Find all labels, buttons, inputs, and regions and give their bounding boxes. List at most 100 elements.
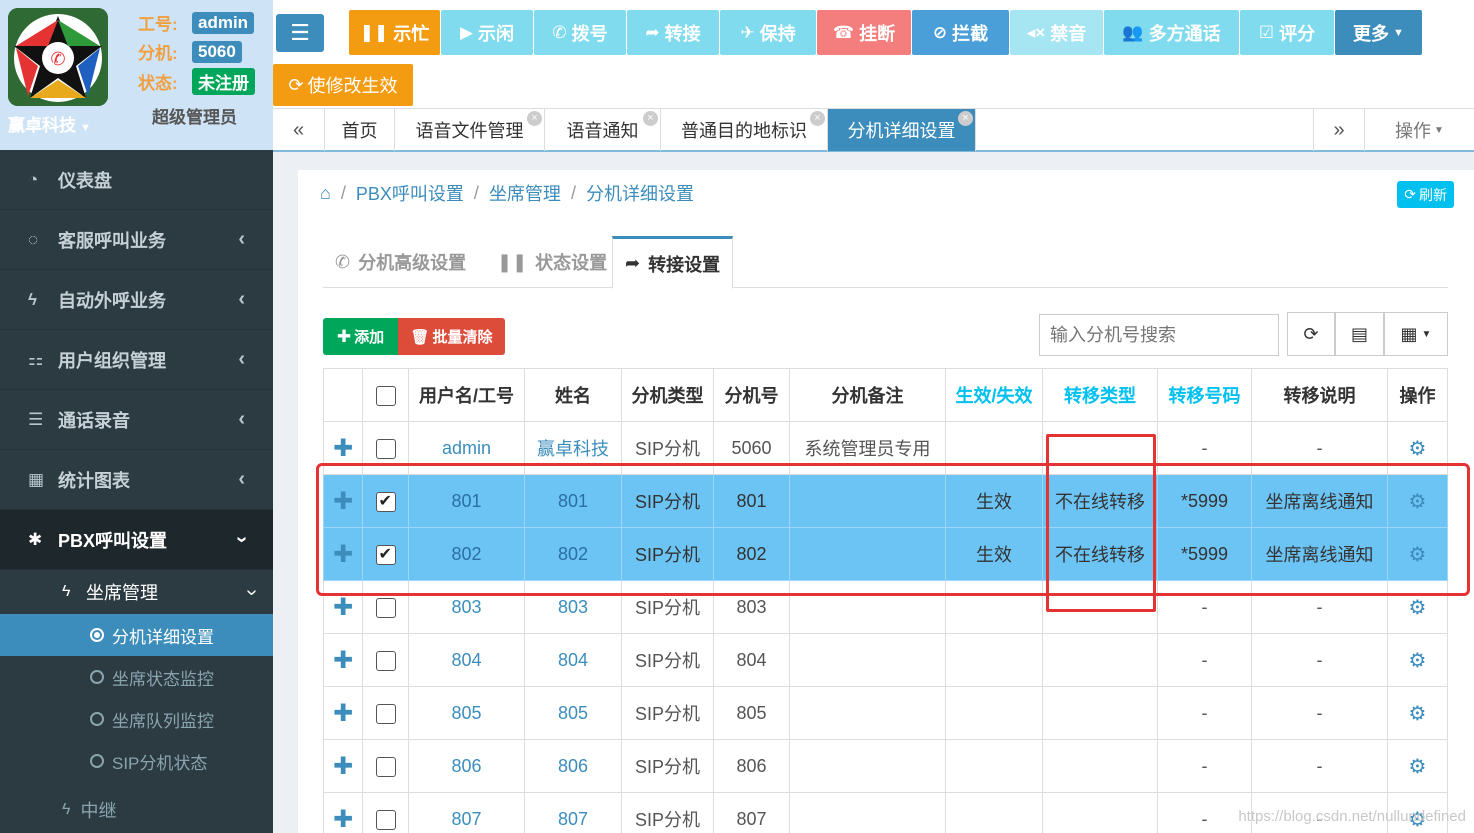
expand-row-icon[interactable]: ✚ bbox=[333, 541, 353, 568]
rating-button[interactable]: ☑ 评分 bbox=[1240, 10, 1334, 55]
tab-advanced-settings[interactable]: ✆ 分机高级设置 bbox=[335, 236, 466, 288]
close-icon[interactable]: × bbox=[643, 111, 658, 126]
actions-cell[interactable]: ⚙ bbox=[1387, 474, 1448, 528]
tab-home[interactable]: 首页 bbox=[325, 109, 395, 151]
breadcrumb-item[interactable]: 坐席管理 bbox=[489, 180, 561, 206]
cell-name[interactable]: 806 bbox=[524, 739, 622, 793]
cell-name[interactable]: 804 bbox=[524, 633, 622, 687]
sidebar-item-recordings[interactable]: ☰ 通话录音 ‹ bbox=[0, 390, 273, 450]
select-cell[interactable] bbox=[362, 421, 409, 475]
table-row[interactable]: ✚ 803 803 SIP分机 803- - ⚙ bbox=[323, 580, 1448, 634]
row-checkbox[interactable] bbox=[375, 544, 396, 565]
row-checkbox[interactable] bbox=[375, 438, 396, 459]
expand-row-icon[interactable]: ✚ bbox=[333, 647, 353, 674]
column-header-transfer-number[interactable]: 转移号码 bbox=[1157, 368, 1252, 422]
expand-cell[interactable]: ✚ bbox=[323, 421, 363, 475]
sidebar-item-agent-queue-monitor[interactable]: 坐席队列监控 bbox=[0, 698, 273, 740]
gear-icon[interactable]: ⚙ bbox=[1409, 491, 1427, 513]
toggle-view-button[interactable]: ▤ bbox=[1335, 312, 1384, 356]
table-row[interactable]: ✚ 804 804 SIP分机 804- - ⚙ bbox=[323, 633, 1448, 687]
cell-name[interactable]: 803 bbox=[524, 580, 622, 634]
table-row[interactable]: ✚801801SIP分机801生效不在线转移*5999坐席离线通知⚙ bbox=[323, 474, 1448, 528]
select-all-checkbox[interactable] bbox=[375, 385, 396, 406]
home-icon[interactable]: ⌂ bbox=[320, 183, 331, 204]
dial-button[interactable]: ✆ 拨号 bbox=[534, 10, 626, 55]
tabs-scroll-right-button[interactable]: » bbox=[1313, 109, 1365, 151]
gear-icon[interactable]: ⚙ bbox=[1409, 597, 1427, 619]
row-checkbox[interactable] bbox=[375, 756, 396, 777]
expand-row-icon[interactable]: ✚ bbox=[333, 594, 353, 621]
column-header-ext-remark[interactable]: 分机备注 bbox=[789, 368, 946, 422]
gear-icon[interactable]: ⚙ bbox=[1409, 703, 1427, 725]
expand-cell[interactable]: ✚ bbox=[323, 633, 363, 687]
select-cell[interactable] bbox=[362, 527, 409, 581]
apply-changes-button[interactable]: ⟳ 使修改生效 bbox=[273, 64, 413, 106]
expand-cell[interactable]: ✚ bbox=[323, 686, 363, 740]
intercept-button[interactable]: ⊘ 拦截 bbox=[912, 10, 1009, 55]
expand-row-icon[interactable]: ✚ bbox=[333, 753, 353, 780]
sidebar-item-agent-status-monitor[interactable]: 坐席状态监控 bbox=[0, 656, 273, 698]
actions-cell[interactable]: ⚙ bbox=[1387, 739, 1448, 793]
actions-cell[interactable]: ⚙ bbox=[1387, 527, 1448, 581]
close-icon[interactable]: × bbox=[810, 111, 825, 126]
gear-icon[interactable]: ⚙ bbox=[1409, 650, 1427, 672]
select-cell[interactable] bbox=[362, 792, 409, 833]
cell-name[interactable]: 807 bbox=[524, 792, 622, 833]
cell-username[interactable]: 807 bbox=[408, 792, 525, 833]
reload-table-button[interactable]: ⟳ bbox=[1287, 312, 1335, 356]
close-icon[interactable]: × bbox=[527, 111, 542, 126]
refresh-button[interactable]: ⟳ 刷新 bbox=[1397, 181, 1454, 208]
expand-cell[interactable]: ✚ bbox=[323, 527, 363, 581]
select-cell[interactable] bbox=[362, 633, 409, 687]
actions-cell[interactable]: ⚙ bbox=[1387, 686, 1448, 740]
actions-cell[interactable]: ⚙ bbox=[1387, 633, 1448, 687]
sidebar-item-sip-status[interactable]: SIP分机状态 bbox=[0, 740, 273, 782]
select-cell[interactable] bbox=[362, 474, 409, 528]
sidebar-item-pbx-settings[interactable]: ✱ PBX呼叫设置 ‹ bbox=[0, 510, 273, 570]
add-button[interactable]: ✚ 添加 bbox=[323, 318, 398, 355]
tab-extension-detail[interactable]: 分机详细设置 × bbox=[828, 109, 976, 151]
expand-cell[interactable]: ✚ bbox=[323, 792, 363, 833]
table-row[interactable]: ✚ 805 805 SIP分机 805- - ⚙ bbox=[323, 686, 1448, 740]
table-row[interactable]: ✚802802SIP分机802生效不在线转移*5999坐席离线通知⚙ bbox=[323, 527, 1448, 581]
cell-name[interactable]: 805 bbox=[524, 686, 622, 740]
tab-voice-notice[interactable]: 语音通知 × bbox=[545, 109, 661, 151]
expand-cell[interactable]: ✚ bbox=[323, 474, 363, 528]
column-header-username[interactable]: 用户名/工号 bbox=[408, 368, 525, 422]
sidebar-item-org-management[interactable]: ⚏ 用户组织管理 ‹ bbox=[0, 330, 273, 390]
cell-username[interactable]: admin bbox=[408, 421, 525, 475]
cell-username[interactable]: 806 bbox=[408, 739, 525, 793]
idle-button[interactable]: ▶ 示闲 bbox=[441, 10, 533, 55]
cell-name[interactable]: 801 bbox=[524, 474, 622, 528]
cell-name[interactable]: 赢卓科技 bbox=[524, 421, 622, 475]
hold-button[interactable]: ✈ 保持 bbox=[720, 10, 816, 55]
row-checkbox[interactable] bbox=[375, 703, 396, 724]
cell-username[interactable]: 801 bbox=[408, 474, 525, 528]
cell-username[interactable]: 803 bbox=[408, 580, 525, 634]
tabs-scroll-left-button[interactable]: « bbox=[273, 109, 325, 151]
company-name[interactable]: 赢卓科技 ▼ bbox=[8, 111, 91, 136]
select-cell[interactable] bbox=[362, 739, 409, 793]
expand-cell[interactable]: ✚ bbox=[323, 580, 363, 634]
sidebar-item-dashboard[interactable]: ◔ 仪表盘 bbox=[0, 150, 273, 210]
column-header-ext-type[interactable]: 分机类型 bbox=[621, 368, 714, 422]
tab-destination[interactable]: 普通目的地标识 × bbox=[661, 109, 828, 151]
actions-cell[interactable]: ⚙ bbox=[1387, 421, 1448, 475]
row-checkbox[interactable] bbox=[375, 597, 396, 618]
actions-cell[interactable]: ⚙ bbox=[1387, 580, 1448, 634]
expand-row-icon[interactable]: ✚ bbox=[333, 435, 353, 462]
hangup-button[interactable]: ☎ 挂断 bbox=[817, 10, 911, 55]
cell-username[interactable]: 805 bbox=[408, 686, 525, 740]
sidebar-item-extension-detail[interactable]: 分机详细设置 bbox=[0, 614, 273, 656]
column-header-name[interactable]: 姓名 bbox=[524, 368, 622, 422]
more-button[interactable]: 更多 ▼ bbox=[1335, 10, 1422, 55]
row-checkbox[interactable] bbox=[375, 809, 396, 830]
select-cell[interactable] bbox=[362, 686, 409, 740]
table-row[interactable]: ✚ admin 赢卓科技 SIP分机 5060 系统管理员专用 - - ⚙ bbox=[323, 421, 1448, 475]
breadcrumb-item[interactable]: PBX呼叫设置 bbox=[356, 180, 464, 206]
cell-username[interactable]: 804 bbox=[408, 633, 525, 687]
expand-row-icon[interactable]: ✚ bbox=[333, 488, 353, 515]
expand-cell[interactable]: ✚ bbox=[323, 739, 363, 793]
row-checkbox[interactable] bbox=[375, 491, 396, 512]
column-header-enabled[interactable]: 生效/失效 bbox=[945, 368, 1043, 422]
